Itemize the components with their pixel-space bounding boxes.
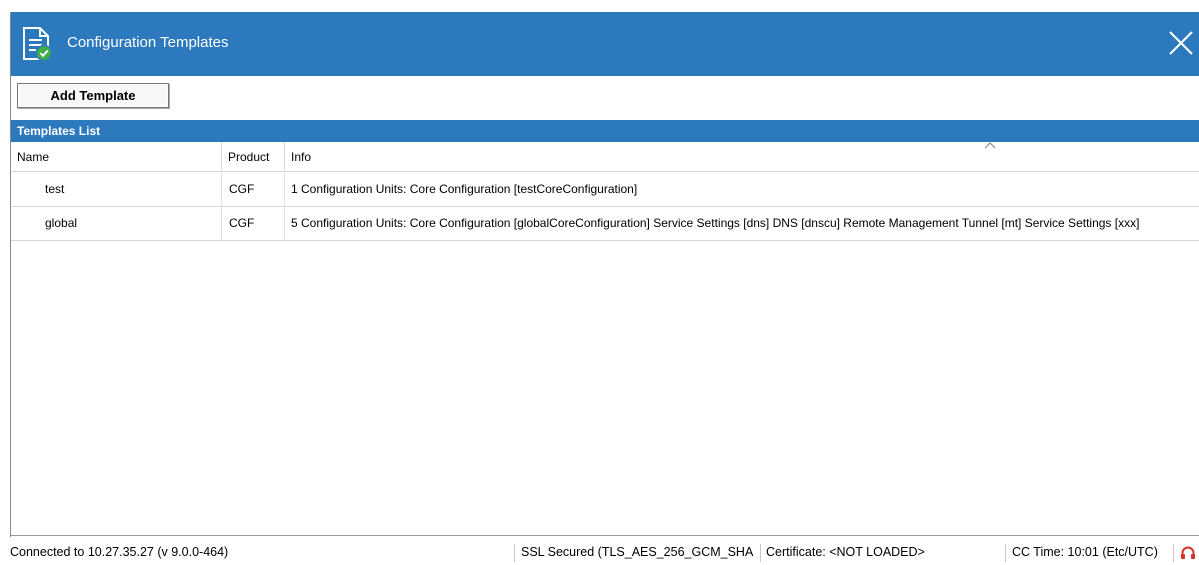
status-separator xyxy=(1005,544,1006,562)
ssl-status: SSL Secured (TLS_AES_256_GCM_SHA xyxy=(521,545,754,559)
templates-list-header: Templates List xyxy=(11,120,1199,142)
templates-table: Name Product Info test CGF 1 Configurati… xyxy=(11,142,1199,536)
table-row[interactable]: test CGF 1 Configuration Units: Core Con… xyxy=(11,173,1199,207)
status-separator xyxy=(1173,544,1174,562)
column-header-product[interactable]: Product xyxy=(222,142,285,172)
status-separator xyxy=(760,544,761,562)
connection-status: Connected to 10.27.35.27 (v 9.0.0-464) xyxy=(10,545,229,559)
cc-time-status: CC Time: 10:01 (Etc/UTC) xyxy=(1012,545,1158,559)
title-bar: Configuration Templates xyxy=(11,12,1199,76)
status-separator xyxy=(514,544,515,562)
row-info-cell: 5 Configuration Units: Core Configuratio… xyxy=(291,216,1140,230)
row-name-cell: global xyxy=(11,207,222,240)
document-check-icon xyxy=(23,27,52,62)
column-header-info-label: Info xyxy=(291,150,312,164)
column-header-name[interactable]: Name xyxy=(11,142,222,172)
row-product-cell: CGF xyxy=(222,173,285,206)
close-button[interactable] xyxy=(1160,26,1199,62)
row-info-cell: 1 Configuration Units: Core Configuratio… xyxy=(291,182,638,196)
row-name-cell: test xyxy=(11,173,222,206)
configuration-templates-window: Configuration Templates Add Template Tem… xyxy=(10,12,1199,537)
row-product-cell: CGF xyxy=(222,207,285,240)
add-template-button[interactable]: Add Template xyxy=(17,83,169,108)
table-row[interactable]: global CGF 5 Configuration Units: Core C… xyxy=(11,207,1199,241)
status-bar: Connected to 10.27.35.27 (v 9.0.0-464) S… xyxy=(0,540,1199,565)
column-header-info[interactable]: Info xyxy=(285,142,1199,172)
close-icon xyxy=(1169,31,1193,55)
sort-indicator-icon xyxy=(984,142,996,149)
certificate-status: Certificate: <NOT LOADED> xyxy=(766,545,925,559)
window-title: Configuration Templates xyxy=(67,34,229,51)
support-headset-icon[interactable] xyxy=(1180,545,1196,561)
